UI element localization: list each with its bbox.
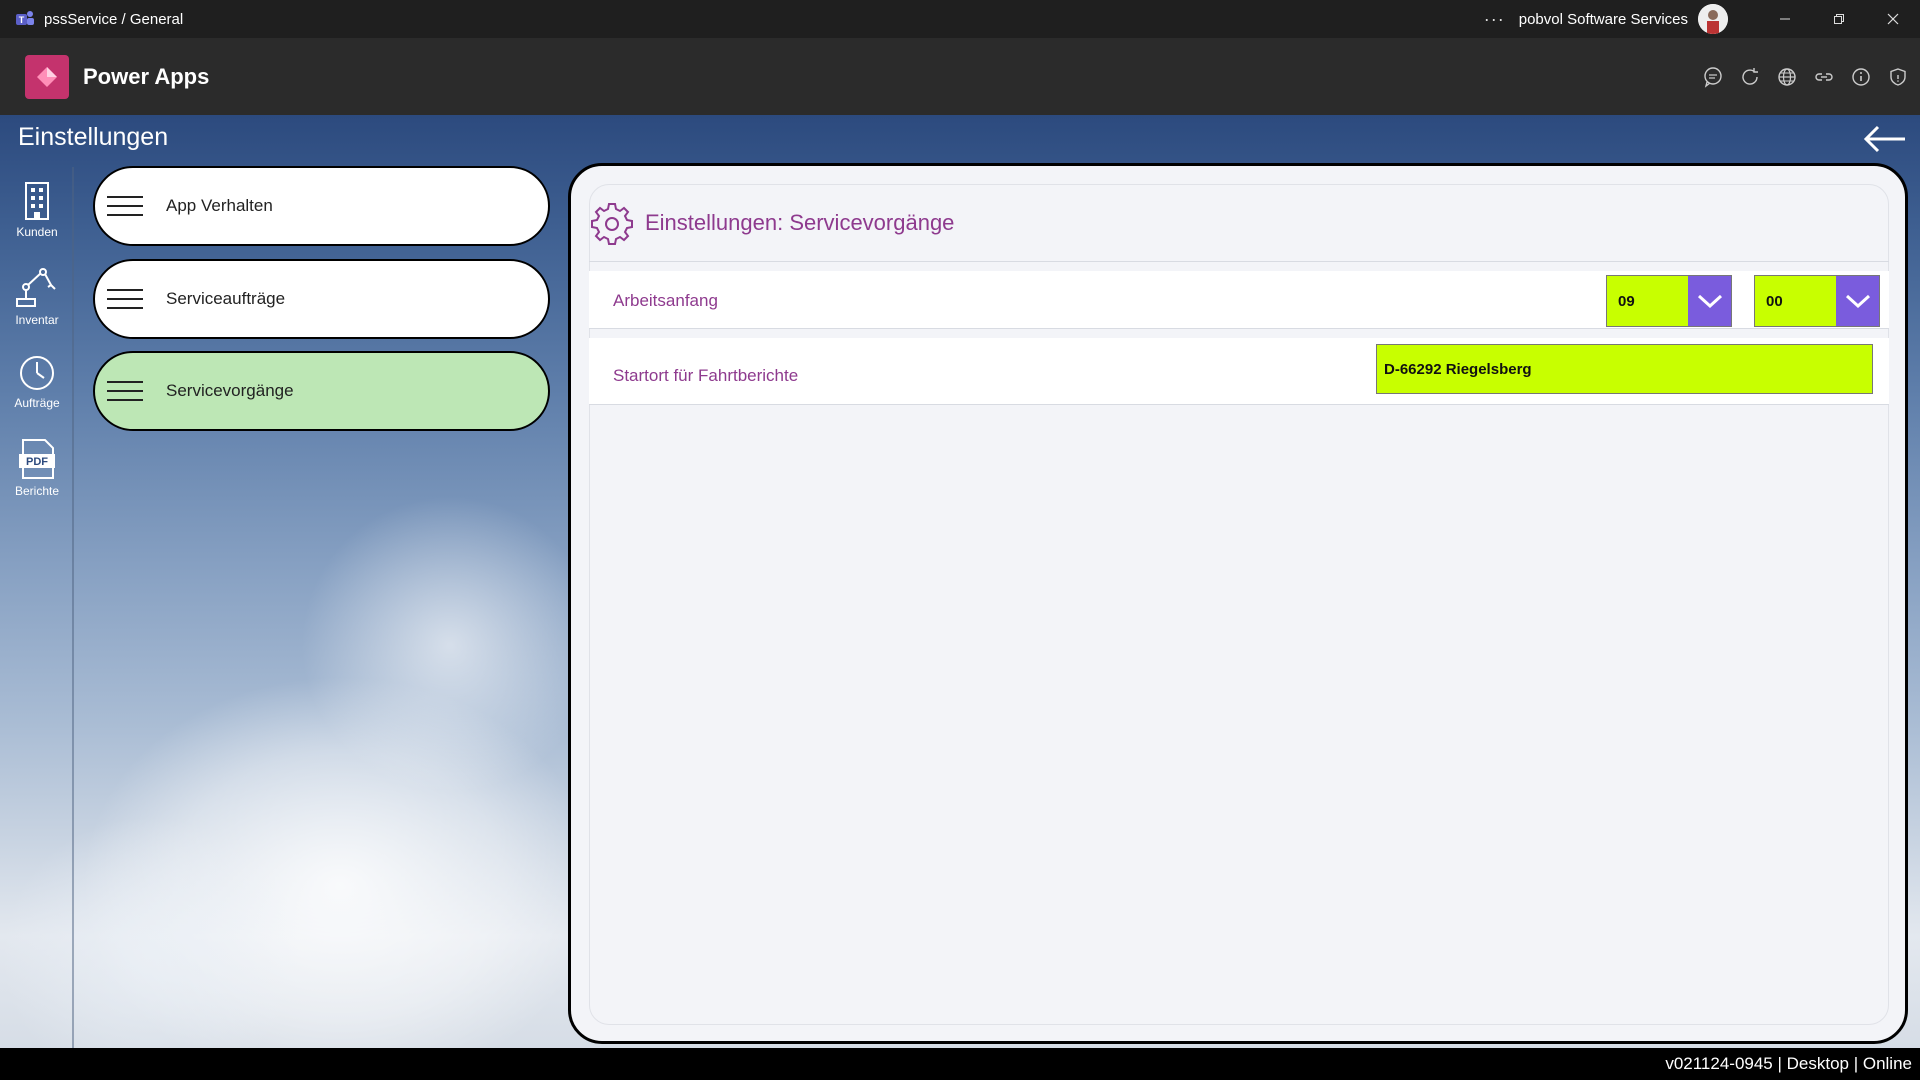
window-titlebar: T pssService / General ··· pobvol Softwa…: [0, 0, 1920, 38]
page-title: Einstellungen: [18, 123, 169, 151]
navigation-rail: Kunden Inventar Aufträge PDF Berichte: [0, 167, 74, 1048]
menu-item-app-verhalten[interactable]: App Verhalten: [93, 166, 550, 246]
robot-arm-icon: [16, 268, 56, 307]
rail-item-label: Aufträge: [14, 396, 60, 410]
menu-item-servicevorgaenge[interactable]: Servicevorgänge: [93, 351, 550, 431]
rail-item-label: Berichte: [14, 484, 60, 498]
version-status: v021124-0945 | Desktop | Online: [1665, 1054, 1912, 1073]
hamburger-icon: [107, 289, 143, 309]
globe-icon[interactable]: [1768, 58, 1805, 95]
rail-item-label: Inventar: [15, 313, 59, 327]
hamburger-icon: [107, 381, 143, 401]
rail-item-kunden[interactable]: Kunden: [0, 167, 74, 253]
shield-icon[interactable]: [1879, 58, 1916, 95]
setting-label: Arbeitsanfang: [613, 291, 718, 310]
chevron-down-icon[interactable]: [1688, 276, 1731, 326]
app-canvas: Einstellungen Kunden Inventar Aufträge P…: [0, 115, 1920, 1048]
pdf-icon: PDF: [19, 439, 55, 479]
clock-icon: [20, 356, 54, 390]
restore-button[interactable]: [1812, 0, 1866, 38]
start-location-field[interactable]: D-66292 Riegelsberg: [1376, 344, 1873, 394]
menu-item-serviceauftraege[interactable]: Serviceaufträge: [93, 259, 550, 339]
background-cloud: [300, 495, 600, 795]
close-button[interactable]: [1866, 0, 1920, 38]
gear-icon: [589, 200, 635, 246]
svg-text:T: T: [19, 15, 25, 25]
setting-row-startort: Startort für Fahrtberichte D-66292 Riege…: [589, 338, 1889, 405]
powerapps-header: Power Apps: [0, 38, 1920, 115]
minute-dropdown[interactable]: 00: [1754, 275, 1880, 327]
teams-icon: T: [14, 8, 36, 30]
panel-header: Einstellungen: Servicevorgänge: [589, 184, 1889, 262]
powerapps-logo-icon: [25, 54, 69, 99]
organization-name: pobvol Software Services: [1518, 10, 1688, 28]
avatar[interactable]: [1698, 4, 1728, 34]
status-bar: v021124-0945 | Desktop | Online: [0, 1048, 1920, 1080]
refresh-icon[interactable]: [1731, 58, 1768, 95]
menu-item-label: Servicevorgänge: [166, 381, 294, 400]
start-location-value: D-66292 Riegelsberg: [1384, 360, 1532, 378]
rail-item-label: Kunden: [16, 225, 58, 239]
minimize-button[interactable]: [1758, 0, 1812, 38]
info-icon[interactable]: [1842, 58, 1879, 95]
setting-label: Startort für Fahrtberichte: [613, 366, 799, 385]
app-name: Power Apps: [83, 63, 210, 89]
settings-panel: Einstellungen: Servicevorgänge Arbeitsan…: [568, 163, 1908, 1044]
hour-value: 09: [1618, 292, 1635, 310]
building-icon: [25, 182, 49, 220]
minute-value: 00: [1766, 292, 1783, 310]
link-icon[interactable]: [1805, 58, 1842, 95]
hour-dropdown[interactable]: 09: [1606, 275, 1732, 327]
back-arrow-icon[interactable]: [1862, 119, 1908, 159]
panel-title: Einstellungen: Servicevorgänge: [645, 209, 955, 235]
svg-text:PDF: PDF: [26, 456, 48, 468]
window-title: pssService / General: [44, 10, 184, 28]
chevron-down-icon[interactable]: [1836, 276, 1879, 326]
menu-item-label: Serviceaufträge: [166, 289, 286, 308]
chat-icon[interactable]: [1694, 58, 1731, 95]
rail-item-auftraege[interactable]: Aufträge: [0, 339, 74, 425]
menu-item-label: App Verhalten: [166, 196, 273, 215]
rail-item-berichte[interactable]: PDF Berichte: [0, 425, 74, 511]
setting-row-arbeitsanfang: Arbeitsanfang 09 00: [589, 271, 1889, 329]
more-options-icon[interactable]: ···: [1484, 9, 1505, 30]
hamburger-icon: [107, 196, 143, 216]
rail-item-inventar[interactable]: Inventar: [0, 253, 74, 339]
